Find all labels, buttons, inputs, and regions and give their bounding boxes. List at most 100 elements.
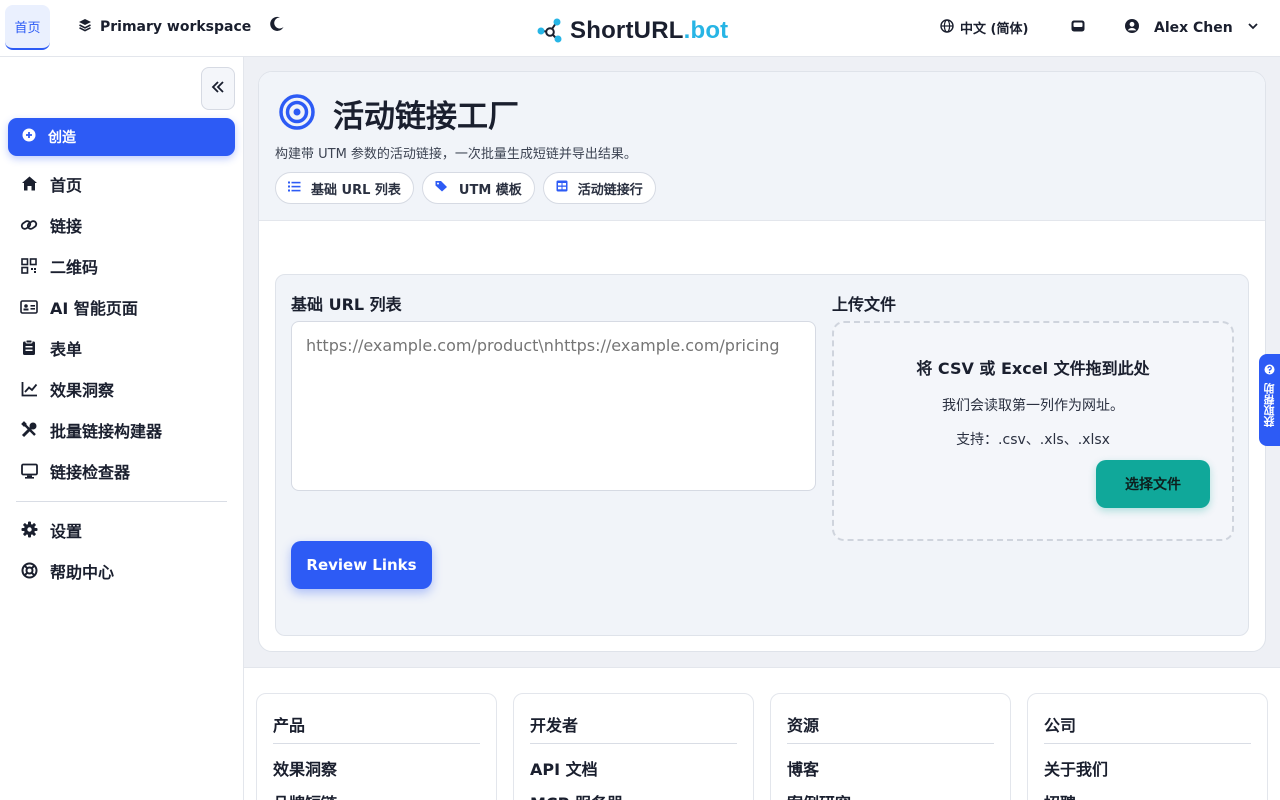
id-card-icon xyxy=(20,298,38,316)
sidebar-item-settings[interactable]: 设置 xyxy=(20,509,230,550)
inbox-button[interactable] xyxy=(1070,18,1088,36)
sidebar-item-label: 帮助中心 xyxy=(50,562,115,582)
get-help-label: 获取帮助 xyxy=(1262,383,1276,427)
footer-column-developers: 开发者 API 文档 MCP 服务器 xyxy=(513,693,754,800)
dropzone-title: 将 CSV 或 Excel 文件拖到此处 xyxy=(916,359,1150,378)
sidebar-item-home[interactable]: 首页 xyxy=(20,163,230,204)
chip-utm-template[interactable]: UTM 模板 xyxy=(421,172,535,204)
link-icon xyxy=(20,216,38,234)
target-icon xyxy=(279,93,315,134)
base-url-form-panel: 基础 URL 列表 Review Links 上传文件 将 CSV 或 Exce… xyxy=(275,274,1249,636)
top-bar: 首页 Primary workspace ShortURL.bot 中文 (简体… xyxy=(0,0,1280,57)
lifebuoy-icon xyxy=(20,562,38,580)
sidebar: 创造 首页 链接 二维码 AI 智能页面 表单 效果洞察 批量链接构建器 链接检… xyxy=(0,57,244,800)
sidebar-item-qr-codes[interactable]: 二维码 xyxy=(20,245,230,286)
base-url-label: 基础 URL 列表 xyxy=(291,295,402,314)
sidebar-item-ai-pages[interactable]: AI 智能页面 xyxy=(20,286,230,327)
brand-logo[interactable]: ShortURL.bot xyxy=(536,15,728,47)
chip-base-url-list[interactable]: 基础 URL 列表 xyxy=(275,172,414,204)
footer-link[interactable]: 案例研究 xyxy=(787,790,851,800)
sidebar-item-label: 二维码 xyxy=(50,257,99,277)
workspace-name: Primary workspace xyxy=(100,19,252,35)
brand-name: ShortURL.bot xyxy=(570,17,729,44)
page-title: 活动链接工厂 xyxy=(333,99,519,135)
language-label: 中文 (简体) xyxy=(960,22,1029,37)
collapse-sidebar-button[interactable] xyxy=(201,67,235,110)
sidebar-item-label: AI 智能页面 xyxy=(50,298,138,318)
chip-label: UTM 模板 xyxy=(458,182,522,198)
share-nodes-icon xyxy=(536,15,564,47)
user-circle-icon xyxy=(1124,18,1140,38)
gear-icon xyxy=(20,521,38,539)
footer-column-title: 公司 xyxy=(1044,716,1077,735)
layers-icon xyxy=(78,18,92,36)
footer-column-product: 产品 效果洞察 品牌短链 xyxy=(256,693,497,800)
globe-icon xyxy=(940,18,954,37)
inbox-icon xyxy=(1070,19,1086,38)
footer-link[interactable]: API 文档 xyxy=(530,756,598,780)
sidebar-divider xyxy=(16,501,227,502)
monitor-icon xyxy=(20,462,38,480)
footer-column-company: 公司 关于我们 招聘 xyxy=(1027,693,1268,800)
footer-column-title: 产品 xyxy=(273,716,306,735)
sidebar-item-forms[interactable]: 表单 xyxy=(20,327,230,368)
sidebar-item-help-center[interactable]: 帮助中心 xyxy=(20,550,230,591)
list-icon xyxy=(288,181,301,196)
create-button[interactable]: 创造 xyxy=(8,118,235,156)
chip-campaign-link-rows[interactable]: 活动链接行 xyxy=(542,172,656,204)
sidebar-item-bulk-builder[interactable]: 批量链接构建器 xyxy=(20,409,230,450)
footer-divider xyxy=(530,743,737,744)
choose-file-button[interactable]: 选择文件 xyxy=(1096,460,1210,508)
sidebar-item-label: 设置 xyxy=(50,521,83,541)
sidebar-item-links[interactable]: 链接 xyxy=(20,204,230,245)
user-name: Alex Chen xyxy=(1154,20,1233,36)
footer-link[interactable]: 品牌短链 xyxy=(273,790,337,800)
sidebar-secondary-nav: 设置 帮助中心 xyxy=(20,509,230,591)
home-icon xyxy=(20,175,38,193)
double-chevron-left-icon xyxy=(211,79,225,98)
tags-icon xyxy=(435,180,449,196)
sidebar-item-insights[interactable]: 效果洞察 xyxy=(20,368,230,409)
page-subtitle: 构建带 UTM 参数的活动链接，一次批量生成短链并导出结果。 xyxy=(275,147,637,162)
sidebar-item-label: 效果洞察 xyxy=(50,380,115,400)
footer-link[interactable]: MCP 服务器 xyxy=(530,790,623,800)
plus-circle-icon xyxy=(22,128,36,146)
language-selector[interactable]: 中文 (简体) xyxy=(940,18,1028,37)
card-header: 活动链接工厂 构建带 UTM 参数的活动链接，一次批量生成短链并导出结果。 基础… xyxy=(259,72,1265,221)
footer-divider xyxy=(787,743,994,744)
table-icon xyxy=(556,180,568,196)
file-dropzone[interactable]: 将 CSV 或 Excel 文件拖到此处 我们会读取第一列作为网址。 支持：.c… xyxy=(832,321,1234,541)
sidebar-item-link-inspector[interactable]: 链接检查器 xyxy=(20,450,230,491)
chevron-down-icon xyxy=(1247,20,1259,36)
footer: 产品 效果洞察 品牌短链 开发者 API 文档 MCP 服务器 资源 博客 案例… xyxy=(244,667,1280,800)
dark-mode-toggle[interactable] xyxy=(266,15,288,37)
footer-link[interactable]: 博客 xyxy=(787,756,819,780)
footer-column-title: 开发者 xyxy=(530,716,579,735)
base-url-textarea[interactable] xyxy=(291,321,816,491)
clipboard-icon xyxy=(20,339,38,357)
user-menu[interactable]: Alex Chen xyxy=(1124,18,1259,38)
campaign-link-factory-card: 活动链接工厂 构建带 UTM 参数的活动链接，一次批量生成短链并导出结果。 基础… xyxy=(258,71,1266,652)
footer-link[interactable]: 关于我们 xyxy=(1044,756,1108,780)
sidebar-nav: 首页 链接 二维码 AI 智能页面 表单 效果洞察 批量链接构建器 链接检查器 xyxy=(20,163,230,491)
get-help-tab[interactable]: 获取帮助 xyxy=(1259,354,1280,446)
footer-column-resources: 资源 博客 案例研究 xyxy=(770,693,1011,800)
line-chart-icon xyxy=(20,380,38,398)
footer-link[interactable]: 招聘 xyxy=(1044,790,1076,800)
workspace-switcher[interactable]: Primary workspace xyxy=(78,18,251,36)
tools-icon xyxy=(20,421,38,439)
chip-label: 基础 URL 列表 xyxy=(311,182,401,198)
chip-label: 活动链接行 xyxy=(577,182,643,198)
upload-file-label: 上传文件 xyxy=(832,295,897,314)
footer-link[interactable]: 效果洞察 xyxy=(273,756,337,780)
sidebar-item-label: 链接检查器 xyxy=(50,462,131,482)
qr-code-icon xyxy=(20,257,38,275)
sidebar-item-label: 首页 xyxy=(50,175,83,195)
create-label: 创造 xyxy=(48,130,76,146)
title-row: 活动链接工厂 xyxy=(279,91,519,136)
review-links-button[interactable]: Review Links xyxy=(291,541,432,589)
home-tab[interactable]: 首页 xyxy=(5,5,50,50)
dropzone-supported-formats: 支持：.csv、.xls、.xlsx xyxy=(956,432,1110,448)
sidebar-item-label: 表单 xyxy=(50,339,83,359)
footer-divider xyxy=(1044,743,1251,744)
